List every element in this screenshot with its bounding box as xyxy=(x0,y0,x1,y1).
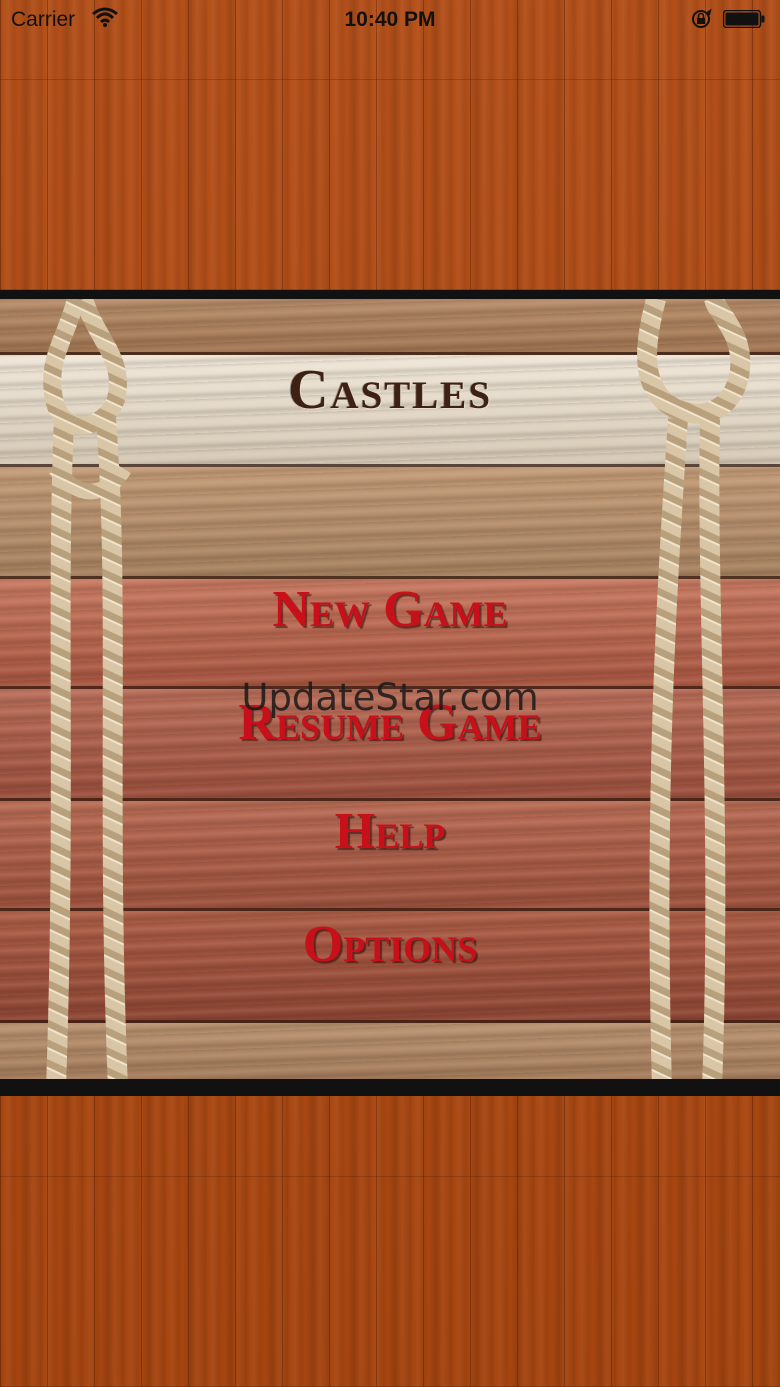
options-button[interactable]: Options xyxy=(0,915,780,974)
wood-background-bottom xyxy=(0,1096,780,1387)
watermark: UpdateStar.com xyxy=(241,676,539,719)
help-button[interactable]: Help xyxy=(0,802,780,861)
wood-background-top xyxy=(0,0,780,290)
battery-icon xyxy=(723,10,765,28)
new-game-button[interactable]: New Game xyxy=(0,580,780,639)
clock: 10:40 PM xyxy=(344,8,436,31)
orientation-lock-icon xyxy=(692,8,712,28)
game-title: Castles xyxy=(287,359,493,421)
status-bar: Carrier 10:40 PM xyxy=(0,0,780,40)
